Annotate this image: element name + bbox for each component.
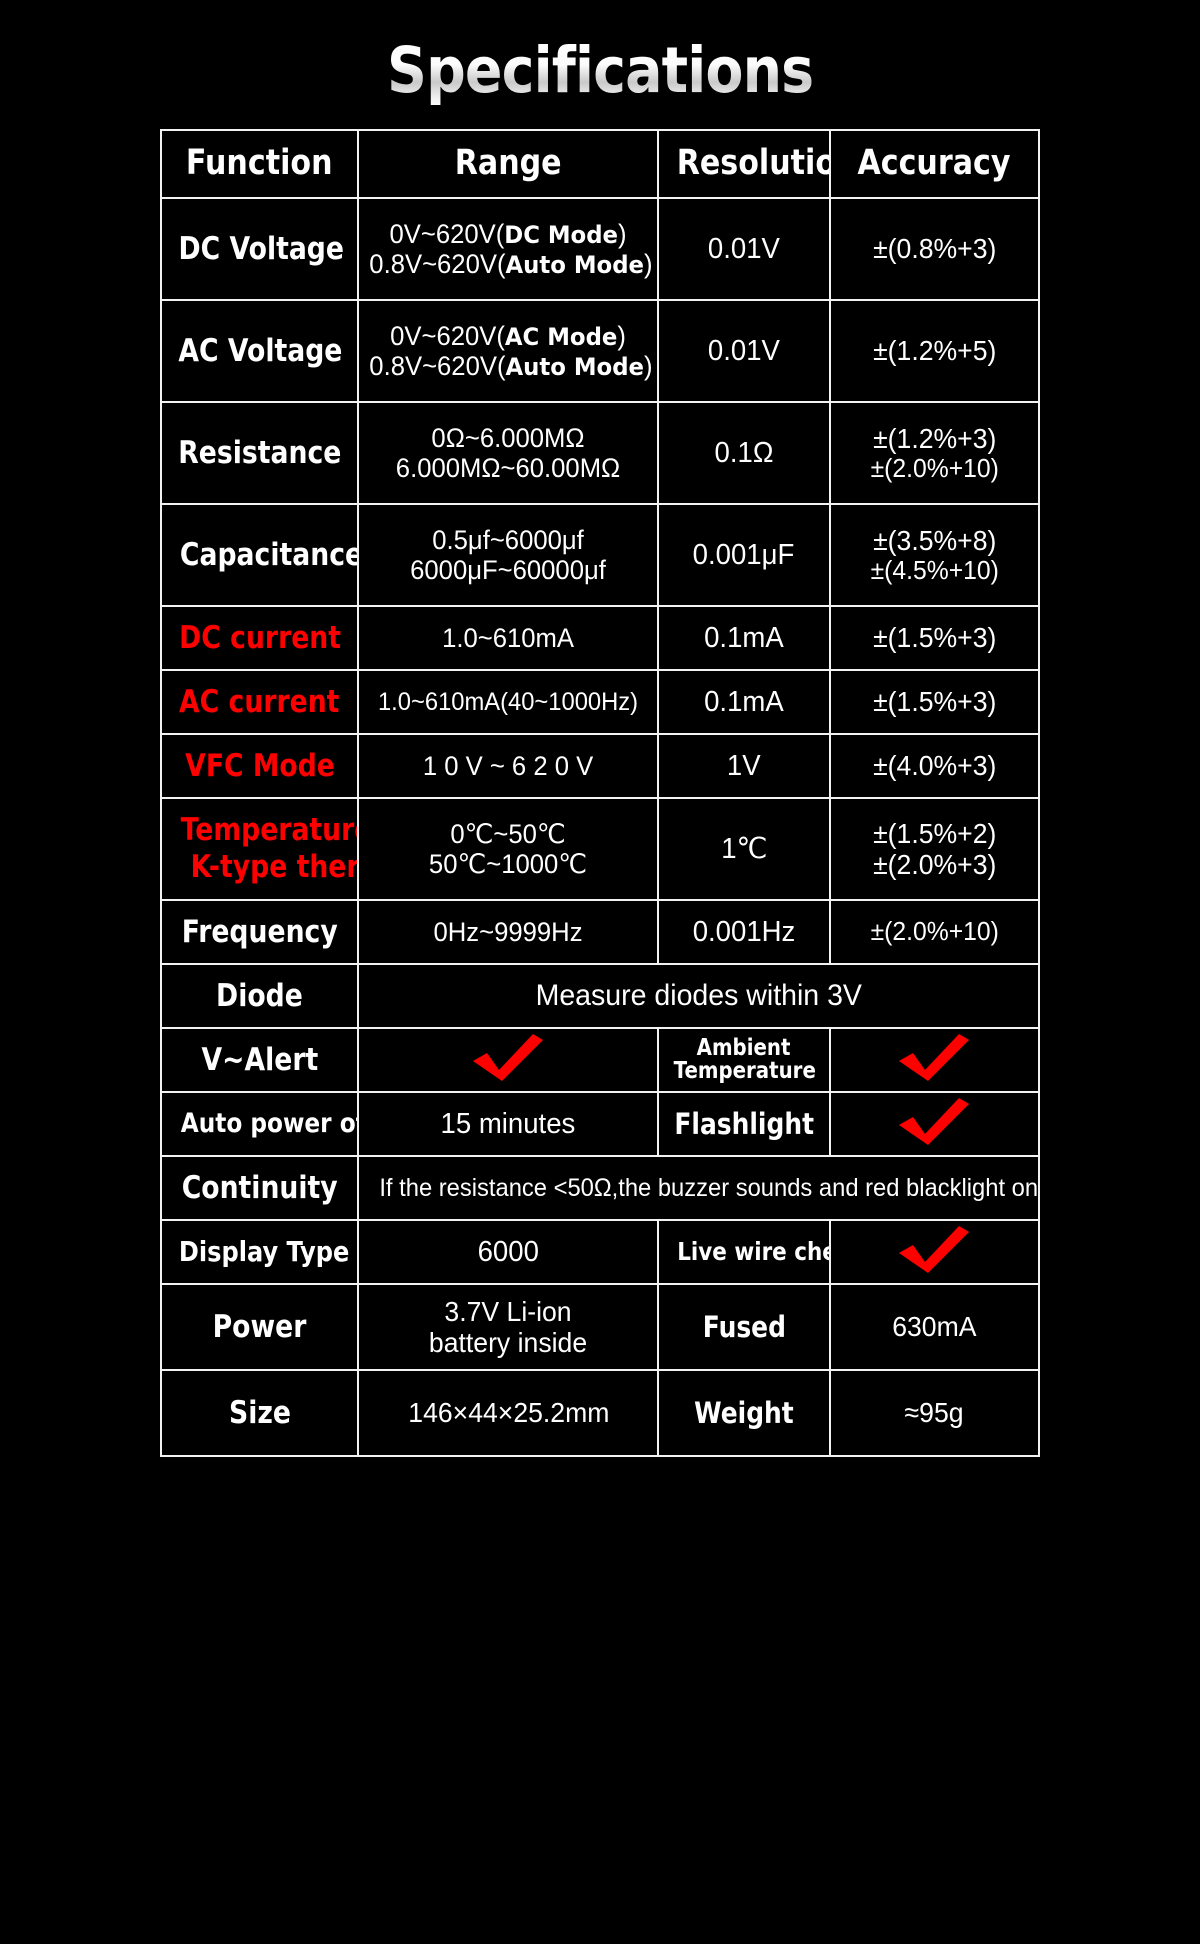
row-range-vfc-mode: 1 0 V ~ 6 2 0 V xyxy=(357,733,660,799)
row-resolution-dc-voltage: 0.01V xyxy=(657,197,831,301)
check-icon xyxy=(897,1225,971,1274)
row-sublabel-thermocouple: K-type thermocouple xyxy=(190,849,359,885)
row-label-resistance: Resistance xyxy=(159,401,360,505)
specifications-table-wrapper: Function Range Resolution Accuracy DC Vo… xyxy=(159,129,1041,1457)
check-icon xyxy=(897,1097,971,1146)
row-label-flashlight: Flashlight xyxy=(657,1091,831,1157)
row-value-v-alert-check xyxy=(357,1027,660,1093)
table-header-row: Function Range Resolution Accuracy xyxy=(159,129,1041,199)
row-value-fused: 630mA xyxy=(828,1283,1041,1371)
row-label-vfc-mode: VFC Mode xyxy=(159,733,360,799)
row-range-dc-voltage: 0V~620V(DC Mode) 0.8V~620V(Auto Mode) xyxy=(357,197,660,301)
table-row: Power 3.7V Li-ion battery inside Fused 6… xyxy=(159,1283,1041,1371)
table-row: Size 146×44×25.2mm Weight ≈95g xyxy=(159,1369,1041,1457)
row-resolution-ac-voltage: 0.01V xyxy=(657,299,831,403)
row-label-ambient-temperature: Ambient Temperature xyxy=(657,1027,831,1093)
row-label-power: Power xyxy=(159,1283,360,1371)
table-row: Continuity If the resistance <50Ω,the bu… xyxy=(159,1155,1040,1221)
row-accuracy-dc-current: ±(1.5%+3) xyxy=(828,605,1041,671)
page-title: Specifications xyxy=(0,0,1200,129)
row-label-ac-current: AC current xyxy=(159,669,360,735)
table-row: DC current 1.0~610mA 0.1mA ±(1.5%+3) xyxy=(159,605,1041,671)
row-label-capacitance: Capacitance xyxy=(159,503,360,607)
table-row: DC Voltage 0V~620V(DC Mode) 0.8V~620V(Au… xyxy=(159,197,1041,301)
row-accuracy-temperature: ±(1.5%+2) ±(2.0%+3) xyxy=(828,797,1041,901)
row-resolution-temperature: 1℃ xyxy=(657,797,831,901)
check-icon xyxy=(897,1033,971,1082)
row-value-size: 146×44×25.2mm xyxy=(357,1369,660,1457)
row-value-flashlight-check xyxy=(828,1091,1041,1157)
row-resolution-resistance: 0.1Ω xyxy=(657,401,831,505)
row-label-v-alert: V~Alert xyxy=(159,1027,360,1093)
row-label-live-wire-check: Live wire check xyxy=(657,1219,831,1285)
row-value-auto-power-off: 15 minutes xyxy=(357,1091,660,1157)
row-range-frequency: 0Hz~9999Hz xyxy=(357,899,660,965)
row-resolution-frequency: 0.001Hz xyxy=(657,899,831,965)
table-row: Diode Measure diodes within 3V xyxy=(159,963,1040,1029)
column-header-range: Range xyxy=(357,129,660,199)
row-label-dc-voltage: DC Voltage xyxy=(159,197,360,301)
row-resolution-vfc-mode: 1V xyxy=(657,733,831,799)
row-accuracy-ac-current: ±(1.5%+3) xyxy=(828,669,1041,735)
row-accuracy-resistance: ±(1.2%+3) ±(2.0%+10) xyxy=(828,401,1041,505)
row-label-continuity: Continuity xyxy=(159,1155,360,1221)
row-accuracy-vfc-mode: ±(4.0%+3) xyxy=(828,733,1041,799)
row-label-diode: Diode xyxy=(159,963,360,1029)
row-value-ambient-temperature-check xyxy=(828,1027,1041,1093)
check-icon xyxy=(471,1033,545,1082)
row-label-weight: Weight xyxy=(657,1369,831,1457)
column-header-function: Function xyxy=(159,129,360,199)
row-range-ac-current: 1.0~610mA(40~1000Hz) xyxy=(357,669,660,735)
row-value-display-type: 6000 xyxy=(357,1219,660,1285)
row-label-size: Size xyxy=(159,1369,360,1457)
row-label-dc-current: DC current xyxy=(159,605,360,671)
row-label-frequency: Frequency xyxy=(159,899,360,965)
row-value-weight: ≈95g xyxy=(828,1369,1041,1457)
row-value-diode: Measure diodes within 3V xyxy=(357,963,1040,1029)
row-range-resistance: 0Ω~6.000MΩ 6.000MΩ~60.00MΩ xyxy=(357,401,660,505)
row-range-capacitance: 0.5μf~6000μf 6000μF~60000μf xyxy=(357,503,660,607)
column-header-resolution: Resolution xyxy=(657,129,831,199)
row-label-display-type: Display Type xyxy=(159,1219,360,1285)
page-title-text: Specifications xyxy=(386,34,814,107)
row-accuracy-dc-voltage: ±(0.8%+3) xyxy=(828,197,1041,301)
row-resolution-ac-current: 0.1mA xyxy=(657,669,831,735)
row-resolution-dc-current: 0.1mA xyxy=(657,605,831,671)
row-range-dc-current: 1.0~610mA xyxy=(357,605,660,671)
row-resolution-capacitance: 0.001μF xyxy=(657,503,831,607)
row-accuracy-ac-voltage: ±(1.2%+5) xyxy=(828,299,1041,403)
table-row: Capacitance 0.5μf~6000μf 6000μF~60000μf … xyxy=(159,503,1041,607)
column-header-accuracy: Accuracy xyxy=(828,129,1041,199)
row-value-live-wire-check-check xyxy=(828,1219,1041,1285)
row-label-fused: Fused xyxy=(657,1283,831,1371)
row-accuracy-capacitance: ±(3.5%+8) ±(4.5%+10) xyxy=(828,503,1041,607)
row-label-ac-voltage: AC Voltage xyxy=(159,299,360,403)
table-row: AC current 1.0~610mA(40~1000Hz) 0.1mA ±(… xyxy=(159,669,1041,735)
table-row: VFC Mode 1 0 V ~ 6 2 0 V 1V ±(4.0%+3) xyxy=(159,733,1041,799)
row-label-auto-power-off: Auto power off xyxy=(159,1091,360,1157)
table-row: Temperature K-type thermocouple 0℃~50℃ 5… xyxy=(159,797,1041,901)
specifications-table: Function Range Resolution Accuracy DC Vo… xyxy=(159,129,1041,1457)
table-row: V~Alert Ambient Temperature xyxy=(159,1027,1041,1093)
table-row: Auto power off 15 minutes Flashlight xyxy=(159,1091,1041,1157)
row-value-continuity: If the resistance <50Ω,the buzzer sounds… xyxy=(357,1155,1040,1221)
row-range-ac-voltage: 0V~620V(AC Mode) 0.8V~620V(Auto Mode) xyxy=(357,299,660,403)
row-label-temperature: Temperature K-type thermocouple xyxy=(159,797,360,901)
table-row: AC Voltage 0V~620V(AC Mode) 0.8V~620V(Au… xyxy=(159,299,1041,403)
table-row: Resistance 0Ω~6.000MΩ 6.000MΩ~60.00MΩ 0.… xyxy=(159,401,1041,505)
row-accuracy-frequency: ±(2.0%+10) xyxy=(828,899,1041,965)
row-range-temperature: 0℃~50℃ 50℃~1000℃ xyxy=(357,797,660,901)
row-value-power: 3.7V Li-ion battery inside xyxy=(357,1283,660,1371)
specifications-page: Specifications Function Range Resolution… xyxy=(0,0,1200,1944)
table-row: Frequency 0Hz~9999Hz 0.001Hz ±(2.0%+10) xyxy=(159,899,1041,965)
table-row: Display Type 6000 Live wire check xyxy=(159,1219,1041,1285)
